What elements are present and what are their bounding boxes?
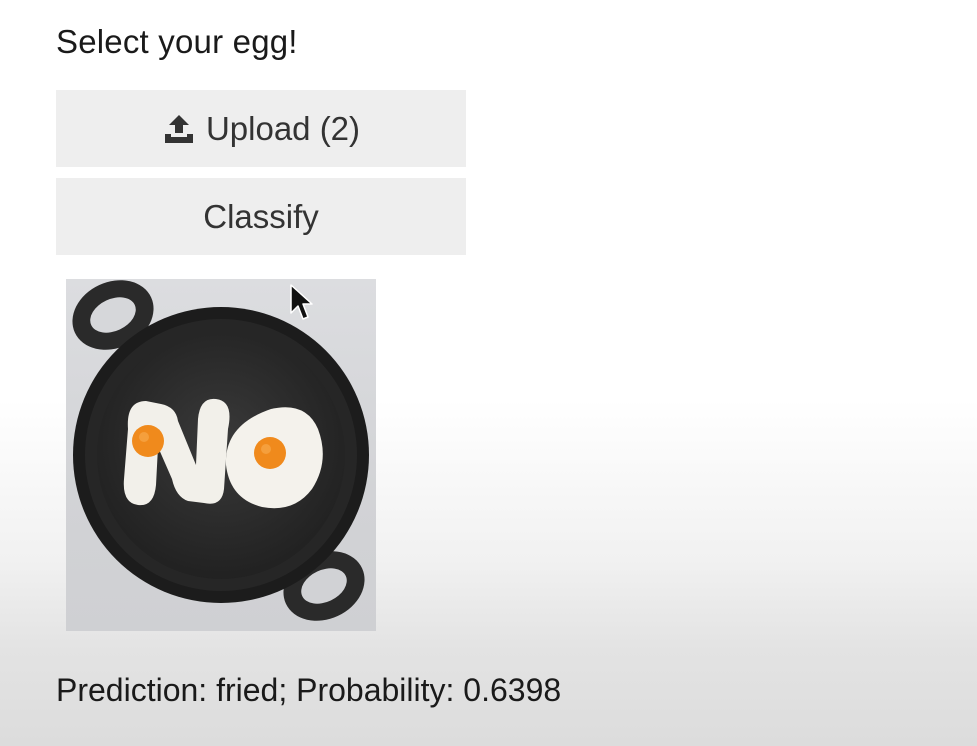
upload-button[interactable]: Upload (2) — [56, 90, 466, 167]
classify-button-label: Classify — [203, 197, 319, 235]
classify-button[interactable]: Classify — [56, 178, 466, 255]
prompt-label: Select your egg! — [56, 23, 298, 60]
upload-icon — [162, 112, 196, 146]
mouse-cursor-icon — [290, 284, 313, 320]
upload-button-label: Upload (2) — [205, 109, 361, 147]
prediction-result: Prediction: fried; Probability: 0.6398 — [56, 672, 562, 708]
egg-image-preview — [66, 279, 376, 631]
